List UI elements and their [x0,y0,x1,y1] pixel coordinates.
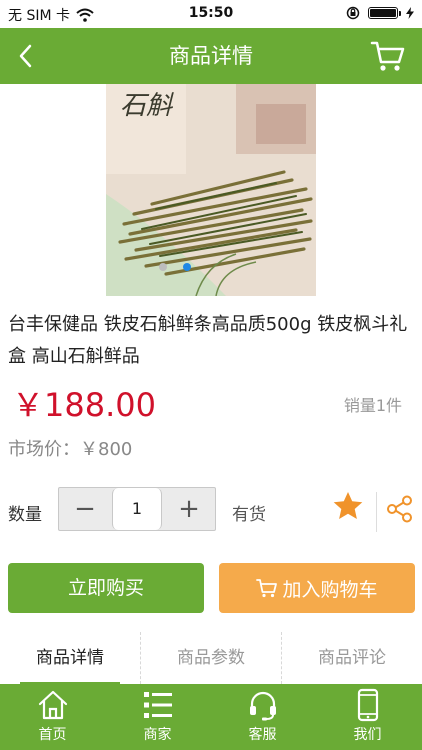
quantity-decrease-button[interactable]: − [59,488,111,530]
product-photo: 石斛 [106,84,316,296]
quantity-input[interactable]: 1 [112,488,162,530]
nav-label-home: 首页 [38,727,67,743]
nav-item-about[interactable]: 我们 [315,684,420,750]
rotation-lock-icon [346,6,360,20]
quantity-increase-button[interactable]: + [163,488,215,530]
star-icon [333,492,363,519]
divider [376,492,377,532]
headset-icon [250,691,276,721]
page-title: 商品详情 [169,44,253,68]
back-button[interactable] [12,41,42,71]
share-button[interactable] [384,494,414,524]
battery-icon [368,7,401,19]
gallery-dot-1[interactable] [159,263,167,271]
product-title: 台丰保健品 铁皮石斛鲜条高品质500g 铁皮枫斗礼盒 高山石斛鲜品 [8,314,408,367]
add-to-cart-button[interactable]: 加入购物车 [219,563,415,613]
sales-count: 销量1件 [343,396,402,415]
nav-item-service[interactable]: 客服 [210,684,315,750]
bottom-nav: 首页 商家 客服 我们 [0,684,422,750]
favorite-button[interactable] [332,490,364,522]
cart-icon [370,41,405,71]
stock-status: 有货 [232,505,266,525]
buy-now-button[interactable]: 立即购买 [8,563,204,613]
nav-label-merchant: 商家 [143,727,172,743]
chevron-left-icon [19,44,32,68]
svg-text:石斛: 石斛 [120,91,174,121]
charging-bolt-icon [406,7,414,19]
status-indicators [346,6,414,20]
tab-reviews[interactable]: 商品评论 [282,632,422,684]
quantity-stepper: − 1 + [58,487,216,531]
nav-item-home[interactable]: 首页 [0,684,105,750]
market-price: 市场价：￥800 [8,439,133,460]
home-icon [38,690,68,720]
nav-label-about: 我们 [353,727,382,743]
share-icon [387,495,412,523]
app-header: 商品详情 [0,28,422,84]
tab-details[interactable]: 商品详情 [0,632,140,684]
quantity-label: 数量 [8,505,42,525]
tab-params[interactable]: 商品参数 [141,632,281,684]
list-icon [144,692,172,718]
gallery-dot-2[interactable] [183,263,191,271]
add-to-cart-label: 加入购物车 [282,578,378,601]
product-price: ￥188.00 [12,386,156,424]
cart-button[interactable] [370,39,406,73]
nav-label-service: 客服 [248,727,277,743]
detail-tabs: 商品详情 商品参数 商品评论 [0,632,422,684]
product-image[interactable]: 石斛 [106,84,316,296]
cart-icon [256,579,278,598]
status-bar: 无 SIM 卡 15:50 [0,0,422,28]
nav-item-merchant[interactable]: 商家 [105,684,210,750]
phone-icon [357,688,379,722]
